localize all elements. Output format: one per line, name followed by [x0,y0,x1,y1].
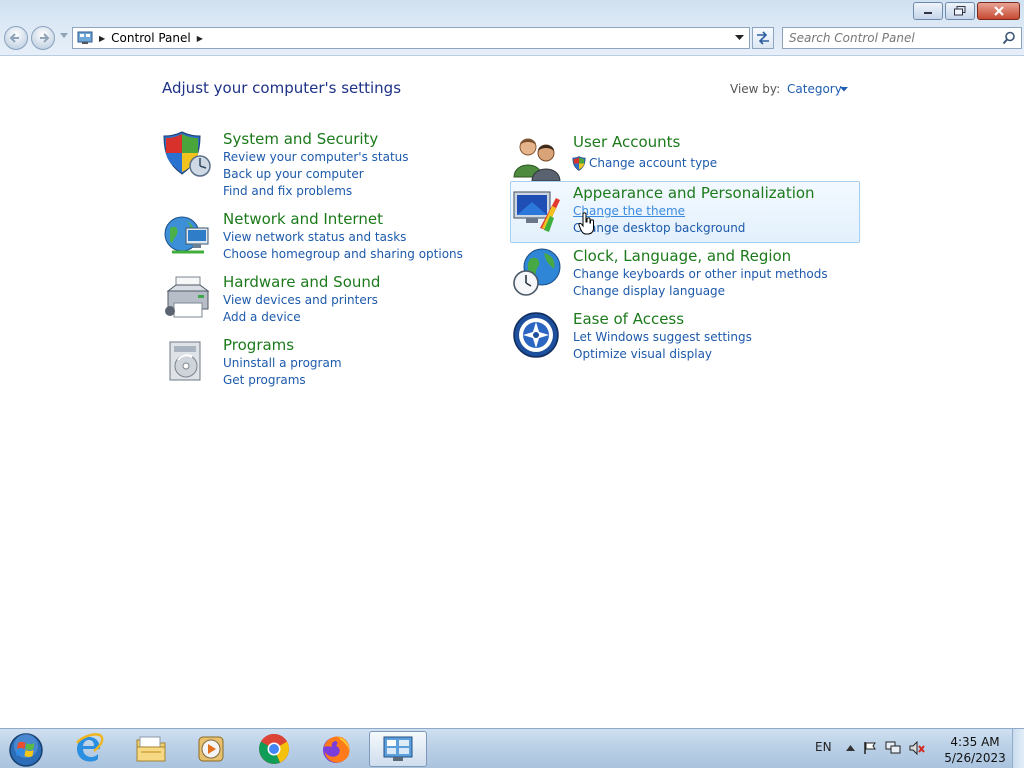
category-title[interactable]: Ease of Access [573,310,684,328]
category-link[interactable]: Let Windows suggest settings [573,330,752,344]
view-by-dropdown[interactable]: Category [787,82,842,96]
taskbar: EN 4:35 AM 5/26/2023 [0,728,1024,768]
restore-button[interactable] [945,2,975,20]
category-hardware-sound: Hardware and Sound View devices and prin… [162,273,462,329]
category-link[interactable]: Change keyboards or other input methods [573,267,828,281]
control-panel-small-icon [77,31,93,44]
category-network-internet: Network and Internet View network status… [162,210,463,266]
network-globe-icon[interactable] [162,210,212,260]
refresh-icon [757,31,769,45]
forward-arrow-icon [40,33,50,43]
action-center-flag-icon[interactable] [863,741,877,755]
printer-icon[interactable] [162,273,212,323]
category-link[interactable]: View devices and printers [223,293,378,307]
address-dropdown-icon[interactable] [735,35,744,41]
breadcrumb-expand-icon[interactable]: ▶ [197,34,203,43]
show-hidden-icons-icon[interactable] [846,744,855,752]
recent-pages-dropdown-icon[interactable] [60,33,68,39]
minimize-icon [924,12,932,14]
chrome-icon [259,733,289,764]
category-clock-language-region: Clock, Language, and Region Change keybo… [512,247,842,303]
close-button[interactable] [977,2,1020,20]
category-link[interactable]: Change desktop background [573,221,745,235]
category-title[interactable]: Network and Internet [223,210,383,228]
window-controls [913,2,1020,20]
internet-explorer-icon [76,733,104,762]
taskbar-internet-explorer[interactable] [60,731,118,767]
file-explorer-icon [136,736,166,762]
programs-icon[interactable] [162,336,212,386]
category-link[interactable]: Choose homegroup and sharing options [223,247,463,261]
category-link[interactable]: Change account type [589,156,717,170]
taskbar-firefox[interactable] [307,731,365,767]
category-link[interactable]: Find and fix problems [223,184,352,198]
network-icon[interactable] [885,741,901,755]
category-title[interactable]: User Accounts [573,133,680,151]
window-chrome: ▶ Control Panel ▶ [0,0,1024,56]
taskbar-file-explorer[interactable] [122,731,180,767]
back-button[interactable] [4,26,28,50]
start-orb-icon[interactable] [6,732,46,768]
category-appearance-personalization: Appearance and Personalization Change th… [512,184,842,240]
category-link[interactable]: Uninstall a program [223,356,342,370]
view-by-label: View by: [730,82,781,96]
view-by-chevron-down-icon[interactable] [840,87,848,92]
search-icon[interactable] [1002,31,1016,45]
taskbar-media-player[interactable] [182,731,240,767]
display-paint-icon[interactable] [512,184,562,234]
uac-shield-icon [572,156,586,171]
category-user-accounts: User Accounts Change account type [512,133,842,182]
search-input[interactable] [789,29,999,47]
taskbar-clock[interactable]: 4:35 AM 5/26/2023 [940,734,1010,766]
firefox-icon [323,736,350,763]
close-icon [993,6,1004,16]
globe-clock-icon[interactable] [512,247,562,297]
shield-icon[interactable] [162,130,212,180]
system-tray [846,741,925,755]
category-link[interactable]: Review your computer's status [223,150,409,164]
category-link[interactable]: Change display language [573,284,725,298]
category-link[interactable]: Get programs [223,373,306,387]
show-desktop-button[interactable] [1012,729,1024,768]
category-title[interactable]: Clock, Language, and Region [573,247,791,265]
users-icon[interactable] [512,133,562,183]
refresh-button[interactable] [752,27,774,49]
taskbar-control-panel[interactable] [369,731,427,767]
language-indicator[interactable]: EN [815,740,832,754]
hand-cursor-icon [578,212,594,235]
category-link[interactable]: Add a device [223,310,301,324]
address-bar[interactable]: ▶ Control Panel ▶ [72,27,750,49]
clock-time: 4:35 AM [950,735,1000,749]
media-player-icon [198,736,224,762]
control-panel-icon [383,736,413,761]
minimize-button[interactable] [913,2,943,20]
ease-of-access-icon[interactable] [512,310,562,360]
forward-button[interactable] [31,26,55,50]
category-title[interactable]: Hardware and Sound [223,273,380,291]
category-title[interactable]: System and Security [223,130,378,148]
breadcrumb-separator-icon[interactable]: ▶ [99,34,105,43]
category-title[interactable]: Appearance and Personalization [573,184,815,202]
clock-date: 5/26/2023 [944,751,1006,765]
category-link[interactable]: Back up your computer [223,167,364,181]
breadcrumb-control-panel[interactable]: Control Panel [111,31,191,45]
restore-icon [954,6,966,16]
category-link[interactable]: Optimize visual display [573,347,712,361]
page-title: Adjust your computer's settings [162,79,402,97]
category-programs: Programs Uninstall a program Get program… [162,336,462,392]
category-ease-of-access: Ease of Access Let Windows suggest setti… [512,310,842,366]
category-system-security: System and Security Review your computer… [162,130,462,200]
category-link[interactable]: View network status and tasks [223,230,406,244]
category-title[interactable]: Programs [223,336,294,354]
taskbar-chrome[interactable] [245,731,303,767]
back-arrow-icon [9,33,19,43]
volume-muted-icon[interactable] [909,741,925,755]
search-box[interactable] [782,27,1022,49]
